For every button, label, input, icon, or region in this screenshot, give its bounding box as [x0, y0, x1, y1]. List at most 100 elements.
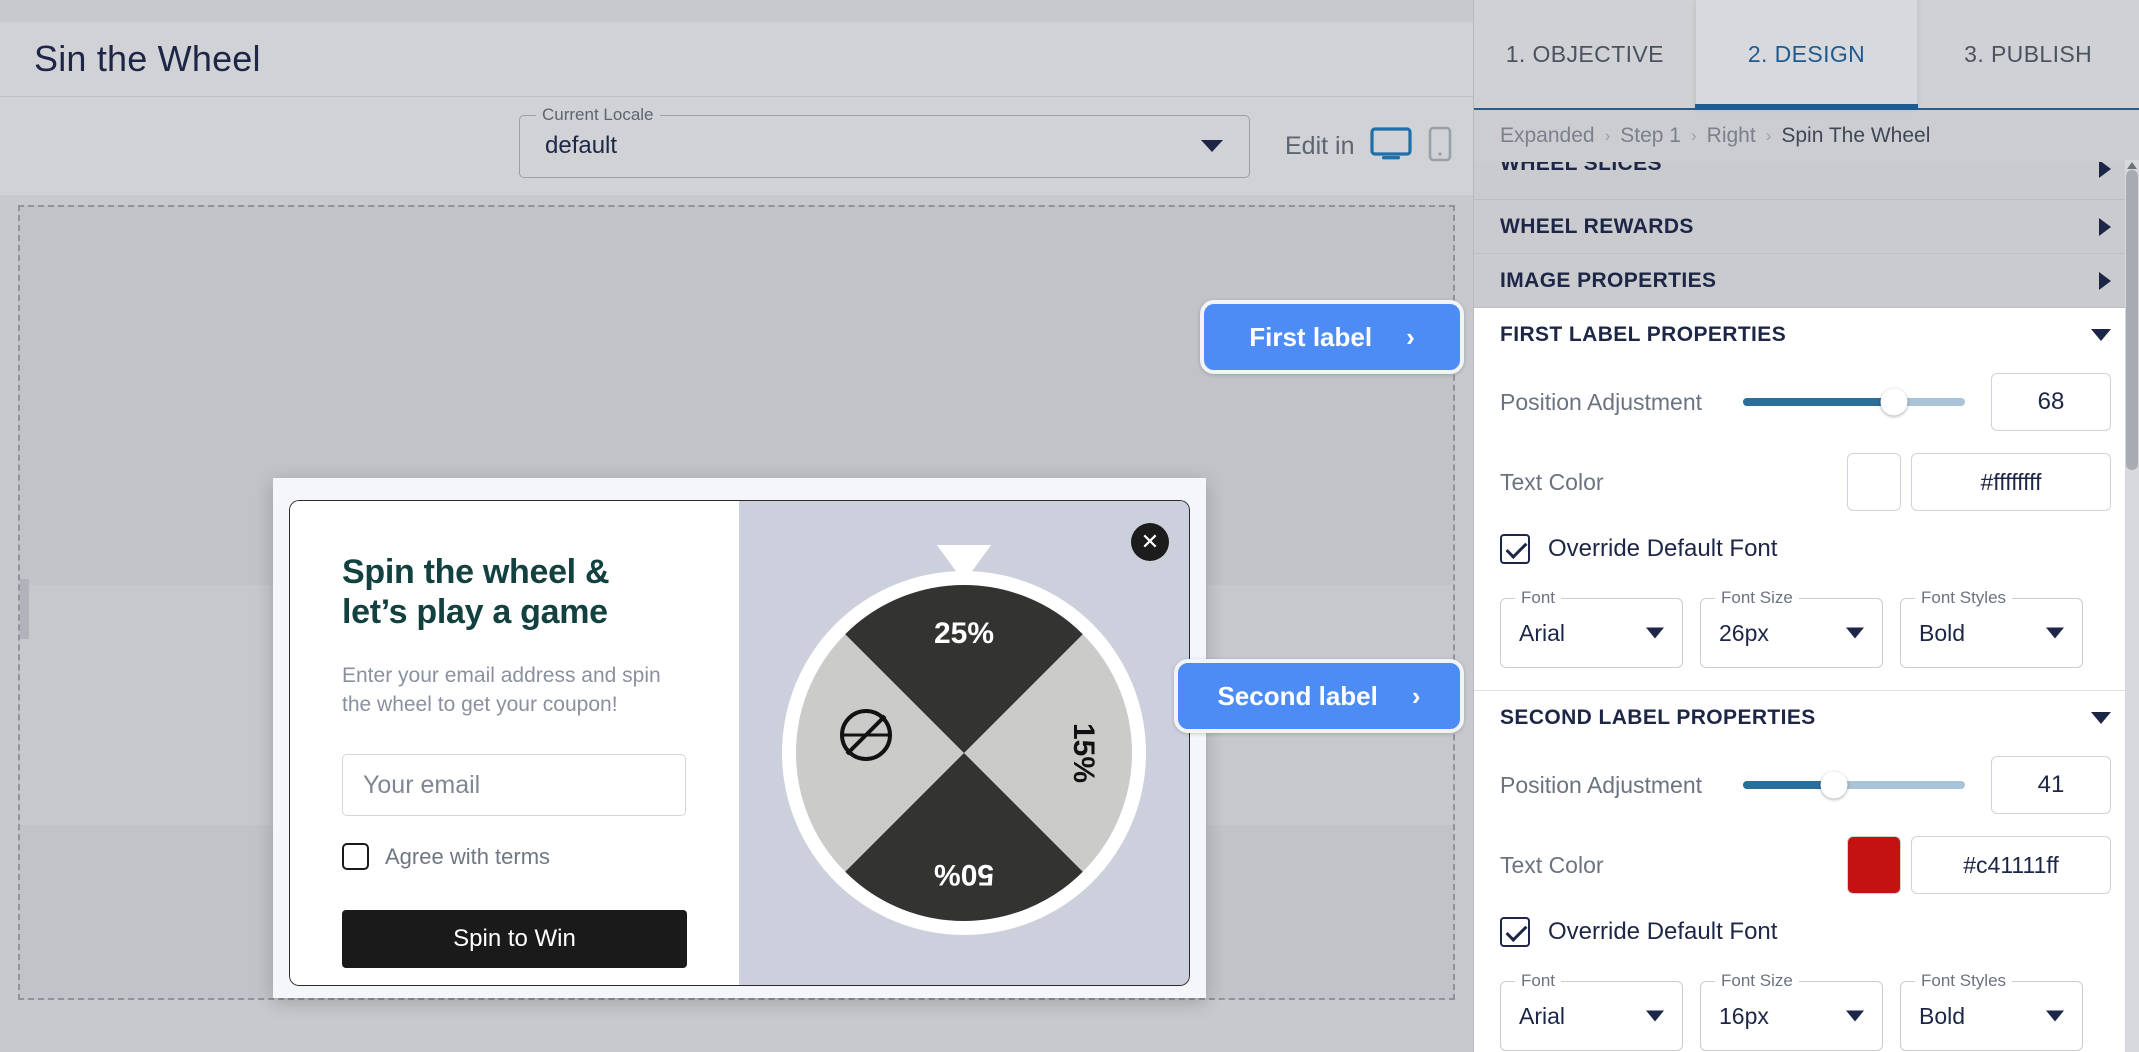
editor-pane: Sin the Wheel Current Locale default Edi…	[0, 0, 1473, 1052]
first-font-size-legend: Font Size	[1715, 588, 1799, 608]
second-text-color-row: Text Color #c41111ff	[1500, 825, 2111, 905]
first-override-font-row[interactable]: Override Default Font	[1500, 522, 2111, 576]
chevron-down-icon	[1646, 1010, 1664, 1022]
second-text-color-swatch[interactable]	[1847, 836, 1901, 894]
second-font-styles-select[interactable]: Font Styles Bold	[1900, 971, 2083, 1051]
first-font-styles-select[interactable]: Font Styles Bold	[1900, 588, 2083, 668]
second-font-controls: Font Arial Font Size 16px Font Styles Bo…	[1500, 971, 2111, 1051]
chevron-right-icon	[2099, 162, 2111, 178]
breadcrumb-item-2[interactable]: Right	[1707, 124, 1756, 148]
current-locale-legend: Current Locale	[536, 104, 660, 125]
accordion-list: WHEEL SLICES WHEEL REWARDS IMAGE PROPERT…	[1474, 162, 2139, 1052]
editor-toolbar: Current Locale default Edit in	[0, 97, 1473, 195]
popup-preview[interactable]: Spin the wheel & let’s play a game Enter…	[273, 478, 1206, 998]
second-font-legend: Font	[1515, 971, 1562, 991]
breadcrumb: Expanded › Step 1 › Right › Spin The Whe…	[1474, 110, 2139, 162]
second-font-size-select[interactable]: Font Size 16px	[1700, 971, 1883, 1051]
first-font-styles-legend: Font Styles	[1915, 588, 2013, 608]
edit-in-label: Edit in	[1285, 131, 1355, 160]
second-font-select[interactable]: Font Arial	[1500, 971, 1683, 1051]
panel-scrollbar-thumb[interactable]	[2126, 170, 2138, 470]
terms-row[interactable]: Agree with terms	[342, 843, 689, 871]
first-label-text: First label	[1249, 321, 1373, 352]
first-label-badge[interactable]: First label ›	[1200, 300, 1464, 374]
second-position-adjustment-value[interactable]: 41	[1991, 756, 2111, 814]
breadcrumb-item-1[interactable]: Step 1	[1620, 124, 1681, 148]
second-position-adjustment-slider[interactable]	[1743, 771, 1965, 799]
popup-heading: Spin the wheel & let’s play a game	[342, 553, 689, 633]
first-position-adjustment-controls: 68	[1743, 373, 2111, 431]
chevron-right-icon: ›	[1411, 680, 1421, 711]
second-font-size-legend: Font Size	[1715, 971, 1799, 991]
chevron-down-icon	[1201, 140, 1223, 152]
tab-design[interactable]: 2. DESIGN	[1695, 0, 1918, 108]
chevron-down-icon	[1646, 627, 1664, 639]
breadcrumb-separator-icon: ›	[1604, 126, 1611, 145]
second-position-adjustment-label: Position Adjustment	[1500, 771, 1703, 798]
mobile-phone-icon[interactable]	[1428, 126, 1452, 167]
second-override-font-checkbox[interactable]	[1500, 917, 1530, 947]
current-locale-select[interactable]: Current Locale default	[519, 104, 1250, 178]
chevron-down-icon	[1846, 627, 1864, 639]
tab-objective[interactable]: 1. OBJECTIVE	[1474, 0, 1696, 108]
breadcrumb-separator-icon: ›	[1690, 126, 1697, 145]
first-text-color-controls: #ffffffff	[1847, 453, 2111, 511]
section-second-label-header[interactable]: SECOND LABEL PROPERTIES	[1474, 691, 2139, 745]
close-icon[interactable]: ✕	[1131, 523, 1169, 561]
popup-subtext-line2: the wheel to get your coupon!	[342, 693, 618, 717]
first-position-adjustment-label: Position Adjustment	[1500, 388, 1703, 415]
section-wheel-slices-label: WHEEL SLICES	[1500, 162, 1662, 175]
chevron-right-icon	[2099, 271, 2111, 290]
second-font-value: Arial	[1519, 1002, 1566, 1029]
first-text-color-swatch[interactable]	[1847, 453, 1901, 511]
second-text-color-hex[interactable]: #c41111ff	[1911, 836, 2111, 894]
email-input[interactable]: Your email	[342, 754, 686, 817]
spin-to-win-button[interactable]: Spin to Win	[342, 910, 687, 969]
section-first-label-body: Position Adjustment 68 Text Color #fffff…	[1474, 362, 2139, 690]
second-text-color-controls: #c41111ff	[1847, 836, 2111, 894]
editor-titlebar: Sin the Wheel	[0, 22, 1473, 97]
canvas-left-strip	[20, 579, 29, 639]
breadcrumb-item-0[interactable]: Expanded	[1500, 124, 1595, 148]
popup-heading-line2: let’s play a game	[342, 592, 608, 631]
second-label-text: Second label	[1217, 680, 1378, 711]
first-font-controls: Font Arial Font Size 26px Font Styles Bo…	[1500, 588, 2111, 668]
first-text-color-label: Text Color	[1500, 468, 1604, 495]
first-text-color-hex[interactable]: #ffffffff	[1911, 453, 2111, 511]
first-font-size-value: 26px	[1719, 619, 1769, 646]
wheel-slice-label-right: 15%	[1067, 723, 1100, 783]
section-second-label-properties: SECOND LABEL PROPERTIES Position Adjustm…	[1474, 691, 2139, 1052]
prize-wheel[interactable]: 25% 15% 50% Oops!	[779, 544, 1149, 938]
section-wheel-slices[interactable]: WHEEL SLICES	[1474, 162, 2139, 200]
chevron-down-icon	[2046, 1010, 2064, 1022]
section-image-properties-label: IMAGE PROPERTIES	[1500, 268, 1717, 292]
edit-in-group: Edit in	[1285, 126, 1452, 167]
tab-publish[interactable]: 3. PUBLISH	[1917, 0, 2139, 108]
popup-wheel-side: ✕ 25% 15% 50%	[739, 500, 1190, 986]
second-override-font-row[interactable]: Override Default Font	[1500, 905, 2111, 959]
first-text-color-row: Text Color #ffffffff	[1500, 442, 2111, 522]
desktop-monitor-icon[interactable]	[1370, 126, 1413, 166]
first-position-adjustment-value[interactable]: 68	[1991, 373, 2111, 431]
second-label-badge[interactable]: Second label ›	[1174, 659, 1464, 733]
first-font-size-select[interactable]: Font Size 26px	[1700, 588, 1883, 668]
page-title: Sin the Wheel	[34, 38, 261, 79]
section-image-properties[interactable]: IMAGE PROPERTIES	[1474, 254, 2139, 308]
agree-terms-checkbox[interactable]	[342, 843, 369, 871]
first-override-font-label: Override Default Font	[1548, 535, 1778, 562]
chevron-right-icon: ›	[1406, 321, 1415, 352]
first-font-styles-value: Bold	[1919, 619, 1966, 646]
current-locale-value: default	[545, 132, 618, 159]
first-font-select[interactable]: Font Arial	[1500, 588, 1683, 668]
breadcrumb-item-3[interactable]: Spin The Wheel	[1781, 124, 1930, 148]
first-font-value: Arial	[1519, 619, 1566, 646]
second-position-adjustment-controls: 41	[1743, 756, 2111, 814]
wheel-slice-label-top: 25%	[934, 617, 994, 650]
scroll-up-arrow-icon[interactable]	[2127, 162, 2137, 169]
first-position-adjustment-slider[interactable]	[1743, 388, 1965, 416]
section-first-label-header[interactable]: FIRST LABEL PROPERTIES	[1474, 308, 2139, 362]
section-wheel-rewards[interactable]: WHEEL REWARDS	[1474, 200, 2139, 254]
chevron-down-icon	[1846, 1010, 1864, 1022]
popup-subtext: Enter your email address and spin the wh…	[342, 661, 689, 721]
first-override-font-checkbox[interactable]	[1500, 534, 1530, 564]
